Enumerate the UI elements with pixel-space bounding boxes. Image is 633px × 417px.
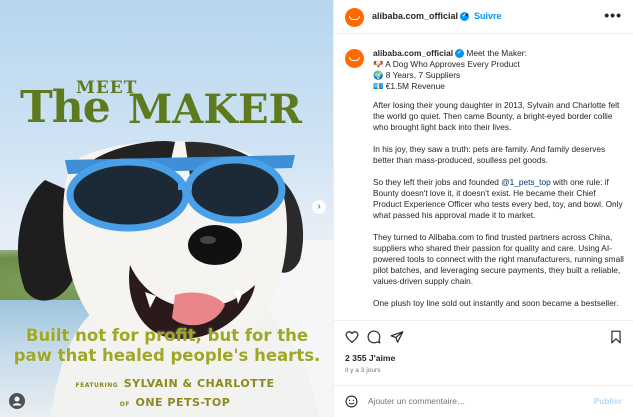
- heart-icon[interactable]: [345, 330, 359, 344]
- mention-link[interactable]: @1_pets_top: [501, 177, 550, 187]
- headline-the: The: [20, 82, 111, 133]
- bookmark-icon[interactable]: [609, 330, 623, 344]
- caption-paragraph: In his joy, they saw a truth: pets are f…: [373, 144, 606, 165]
- comment-box: Publier: [334, 385, 633, 417]
- avatar[interactable]: [345, 8, 364, 27]
- next-image-button[interactable]: ›: [312, 200, 326, 214]
- caption-header: alibaba.com_official ✓ Meet the Maker: 🐶 …: [373, 48, 623, 92]
- featuring-label: FEATURING: [75, 382, 119, 389]
- chevron-right-icon: ›: [317, 201, 321, 212]
- emoji-icon[interactable]: [345, 395, 358, 408]
- caption-paragraph: After losing their young daughter in 201…: [373, 100, 620, 132]
- caption-line2: 🐶 A Dog Who Approves Every Product: [373, 59, 520, 69]
- share-icon[interactable]: [390, 330, 404, 344]
- caption-paragraph: They turned to Alibaba.com to find trust…: [373, 232, 624, 286]
- header-separator: •: [465, 10, 469, 20]
- brand-name: ONE PETS-TOP: [135, 396, 231, 409]
- caption-username[interactable]: alibaba.com_official: [373, 48, 453, 58]
- user-tag-icon[interactable]: [9, 393, 25, 409]
- post-sidebar: alibaba.com_official ✓ • Suivre ••• aliba…: [333, 0, 633, 417]
- caption-line4: 💶 €1.5M Revenue: [373, 81, 445, 91]
- likes-count[interactable]: 2 355 J'aime: [345, 353, 395, 363]
- caption-section: alibaba.com_official ✓ Meet the Maker: 🐶 …: [334, 34, 633, 321]
- comment-icon[interactable]: [367, 330, 381, 344]
- post-timestamp[interactable]: Il y a 3 jours: [345, 367, 381, 374]
- alibaba-logo-icon: [349, 56, 360, 61]
- verified-badge-icon: ✓: [455, 49, 465, 59]
- caption-paragraph: So they left their jobs and founded @1_p…: [373, 177, 625, 221]
- header-username-text: alibaba.com_official: [372, 11, 459, 21]
- caption-text: So they left their jobs and founded: [373, 177, 502, 187]
- headline-maker: MAKER: [128, 86, 302, 133]
- comment-input[interactable]: [368, 394, 568, 408]
- caption-avatar[interactable]: [345, 49, 364, 68]
- caption-paragraph: One plush toy line sold out instantly an…: [373, 298, 619, 308]
- caption-body: After losing their young daughter in 201…: [373, 100, 625, 320]
- post-comment-button[interactable]: Publier: [594, 396, 622, 406]
- post-image[interactable]: MEET The MAKER Built not for profit, but…: [0, 0, 333, 417]
- action-bar: [334, 323, 633, 349]
- featuring-names: SYLVAIN & CHARLOTTE: [123, 377, 275, 390]
- header-username[interactable]: alibaba.com_official ✓: [372, 11, 470, 22]
- image-tagline: Built not for profit, but for the paw th…: [13, 326, 321, 365]
- post-header: alibaba.com_official ✓ • Suivre •••: [334, 0, 633, 34]
- caption-line1: Meet the Maker:: [466, 48, 527, 58]
- alibaba-logo-icon: [349, 15, 360, 20]
- caption-line3: 🌍 8 Years, 7 Suppliers: [373, 70, 461, 80]
- headline: MEET The MAKER: [0, 40, 333, 133]
- featuring-credit: FEATURING SYLVAIN & CHARLOTTE OF ONE PET…: [60, 372, 290, 410]
- follow-button[interactable]: Suivre: [474, 11, 502, 21]
- of-label: OF: [119, 401, 130, 408]
- more-options-icon[interactable]: •••: [604, 7, 622, 23]
